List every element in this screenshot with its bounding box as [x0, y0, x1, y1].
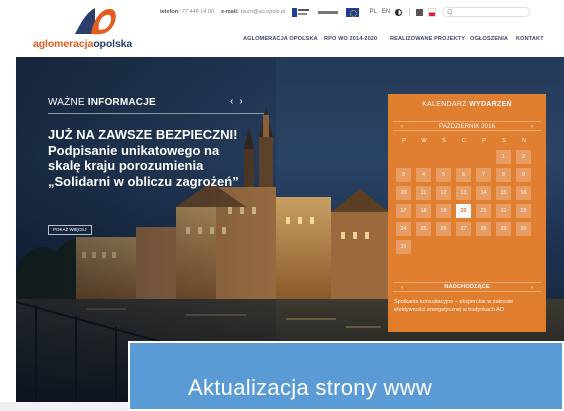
calendar-month: PAŹDZIERNIK 2016: [439, 123, 495, 130]
search-input[interactable]: Q: [442, 7, 531, 17]
calendar-day[interactable]: 19: [436, 204, 451, 218]
calendar-day[interactable]: 6: [456, 168, 471, 182]
news-arrows: ‹›: [230, 96, 249, 107]
eu-flag-icon[interactable]: [346, 7, 360, 17]
news-next-button[interactable]: ›: [239, 96, 248, 107]
news-divider: [48, 113, 264, 114]
upcoming-event-text[interactable]: Spotkanie konsultacyjno – eksperckie w z…: [394, 299, 540, 314]
calendar-title: KALENDARZ WYDARZEŃ: [388, 101, 546, 108]
news-prev-button[interactable]: ‹: [230, 96, 239, 107]
calendar-weekday: P: [402, 138, 406, 144]
upcoming-bar: ‹ NADCHODZĄCE ›: [393, 282, 541, 292]
calendar-day[interactable]: 15: [496, 186, 511, 200]
logo-mark-icon: [75, 8, 116, 35]
calendar-title-light: KALENDARZ: [422, 101, 467, 108]
funds-logo-icon[interactable]: [292, 7, 310, 17]
email-address[interactable]: biuro@ao.opole.pl: [241, 9, 286, 15]
nav-item-ogloszenia[interactable]: OGŁOSZENIA: [470, 36, 508, 42]
page: aglomeracjaopolska telefon: 77 446 14 00…: [0, 0, 564, 411]
calendar-day[interactable]: 9: [516, 168, 531, 182]
calendar-day[interactable]: 11: [416, 186, 431, 200]
calendar-day[interactable]: 28: [476, 222, 491, 236]
calendar-day[interactable]: 1: [496, 150, 511, 164]
calendar-month-bar: ‹ PAŹDZIERNIK 2016 ›: [393, 121, 541, 131]
nav-item-projekty[interactable]: REALIZOWANE PROJEKTY: [390, 36, 465, 42]
calendar-day[interactable]: 8: [496, 168, 511, 182]
top-bar: telefon: 77 446 14 00 e-mail: biuro@ao.o…: [160, 6, 531, 18]
calendar-weekday: P: [482, 138, 486, 144]
events-calendar: KALENDARZ WYDARZEŃ ‹ PAŹDZIERNIK 2016 › …: [388, 94, 546, 332]
nav-item-kontakt[interactable]: KONTAKT: [516, 36, 544, 42]
facebook-icon[interactable]: [416, 8, 424, 16]
lang-en[interactable]: EN: [382, 9, 390, 15]
update-banner: Aktualizacja strony www: [128, 341, 564, 411]
site-header: aglomeracjaopolska telefon: 77 446 14 00…: [0, 0, 564, 57]
calendar-day[interactable]: 20: [456, 204, 471, 218]
calendar-day[interactable]: 25: [416, 222, 431, 236]
nav-item-aglomeracja[interactable]: AGLOMERACJA OPOLSKA: [243, 36, 318, 42]
upcoming-label: NADCHODZĄCE: [444, 284, 490, 290]
phone-label: telefon:: [160, 9, 180, 15]
lang-pl[interactable]: PL: [369, 9, 376, 15]
divider: [409, 8, 411, 16]
calendar-day[interactable]: 5: [436, 168, 451, 182]
calendar-day[interactable]: 30: [516, 222, 531, 236]
search-icon: Q: [447, 8, 453, 16]
calendar-day[interactable]: 12: [436, 186, 451, 200]
email-label: e-mail:: [221, 9, 239, 15]
calendar-day[interactable]: 29: [496, 222, 511, 236]
calendar-day[interactable]: 27: [456, 222, 471, 236]
news-headline-bold: JUŻ NA ZAWSZE BEZPIECZNI!: [48, 127, 238, 142]
more-button[interactable]: POKAŻ WIĘCEJ: [48, 225, 92, 235]
phone-number[interactable]: 77 446 14 00: [182, 9, 214, 15]
calendar-day[interactable]: 3: [396, 168, 411, 182]
news-headline-rest: Podpisanie unikatowego na skalę kraju po…: [48, 142, 239, 189]
contrast-toggle-icon[interactable]: [395, 8, 403, 16]
calendar-weekday: N: [522, 138, 526, 144]
calendar-day[interactable]: 7: [476, 168, 491, 182]
news-section-label: WAŻNE INFORMACJE: [48, 97, 156, 108]
calendar-day[interactable]: 2: [516, 150, 531, 164]
calendar-day[interactable]: 10: [396, 186, 411, 200]
news-label-light: WAŻNE: [48, 97, 85, 108]
calendar-day[interactable]: 31: [396, 240, 411, 254]
upcoming-next-button[interactable]: ›: [531, 283, 533, 292]
calendar-day[interactable]: 23: [516, 204, 531, 218]
calendar-day[interactable]: 4: [416, 168, 431, 182]
calendar-next-button[interactable]: ›: [531, 122, 533, 131]
calendar-weekday: C: [462, 138, 466, 144]
calendar-day[interactable]: 18: [416, 204, 431, 218]
calendar-weekday: Ś: [442, 138, 446, 144]
nav-item-rpo[interactable]: RPO WO 2014-2020: [324, 36, 377, 42]
calendar-day[interactable]: 22: [496, 204, 511, 218]
calendar-day[interactable]: 17: [396, 204, 411, 218]
footer-strip: [0, 402, 128, 411]
calendar-day[interactable]: 21: [476, 204, 491, 218]
calendar-title-bold: WYDARZEŃ: [469, 101, 512, 108]
calendar-day[interactable]: 26: [436, 222, 451, 236]
main-nav: AGLOMERACJA OPOLSKA RPO WO 2014-2020 REA…: [0, 36, 564, 46]
news-label-bold: INFORMACJE: [87, 97, 156, 108]
calendar-weekday: S: [502, 138, 506, 144]
calendar-day[interactable]: 24: [396, 222, 411, 236]
news-headline[interactable]: JUŻ NA ZAWSZE BEZPIECZNI! Podpisanie uni…: [48, 127, 248, 189]
poland-flag-icon[interactable]: [428, 7, 437, 17]
update-banner-text: Aktualizacja strony www: [188, 375, 433, 400]
calendar-day[interactable]: 13: [456, 186, 471, 200]
region-logo-icon[interactable]: [318, 8, 339, 17]
calendar-day[interactable]: 14: [476, 186, 491, 200]
calendar-day[interactable]: 16: [516, 186, 531, 200]
calendar-weekday: W: [421, 138, 427, 144]
